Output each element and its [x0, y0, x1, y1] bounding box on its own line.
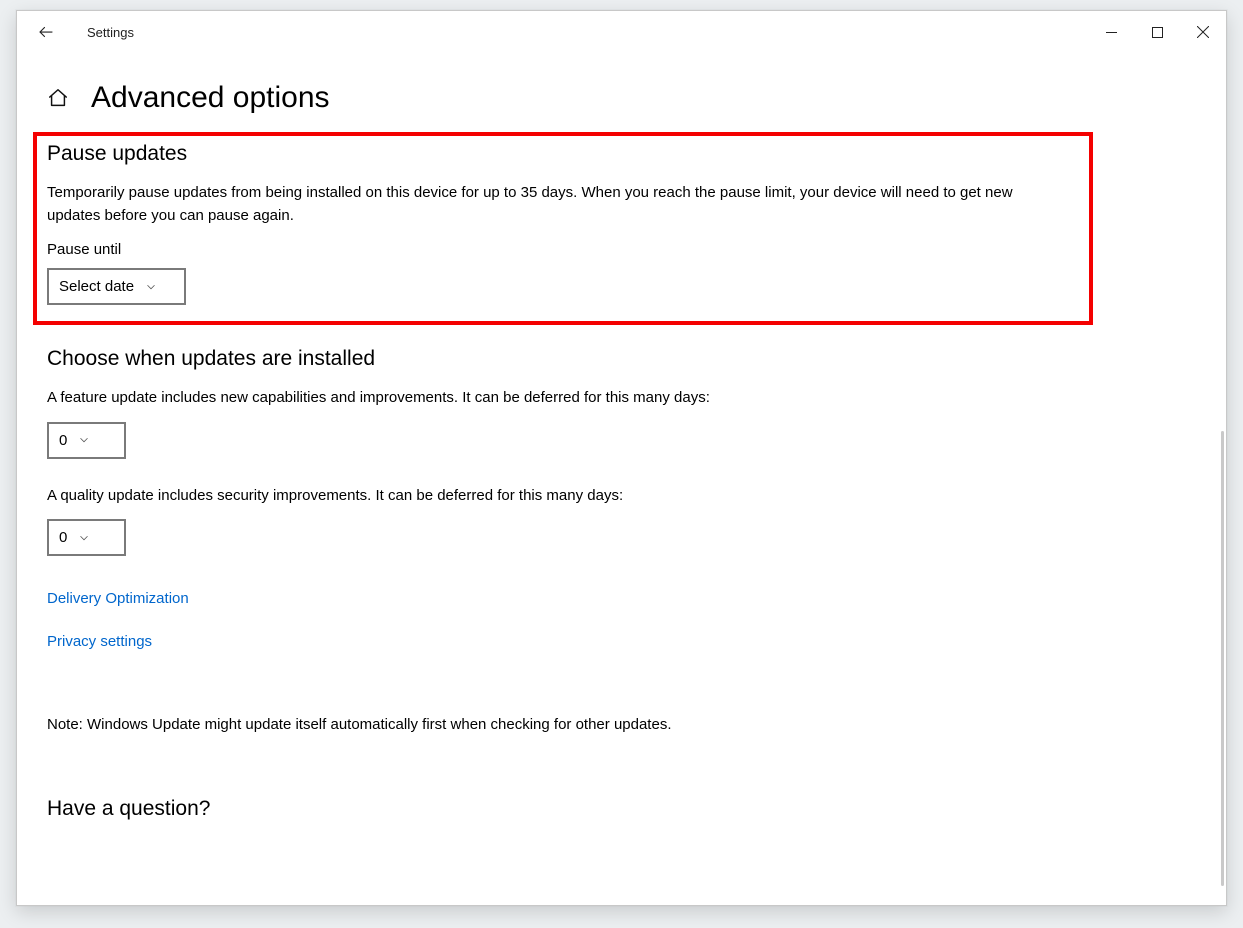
pause-updates-section: Pause updates Temporarily pause updates … — [33, 132, 1093, 325]
privacy-settings-link[interactable]: Privacy settings — [47, 633, 152, 650]
quality-defer-dropdown[interactable]: 0 — [47, 519, 126, 556]
feature-defer-value: 0 — [59, 432, 67, 449]
scrollbar[interactable] — [1221, 431, 1224, 886]
feature-update-description: A feature update includes new capabiliti… — [47, 387, 1052, 410]
links-block: Delivery Optimization Privacy settings — [47, 582, 1196, 668]
pause-updates-heading: Pause updates — [47, 142, 1077, 166]
chevron-down-icon — [77, 531, 91, 545]
pause-until-dropdown[interactable]: Select date — [47, 268, 186, 305]
minimize-icon — [1106, 27, 1117, 38]
close-icon — [1197, 26, 1209, 38]
quality-defer-value: 0 — [59, 529, 67, 546]
pause-updates-description: Temporarily pause updates from being ins… — [47, 182, 1052, 227]
update-note: Note: Windows Update might update itself… — [47, 714, 1052, 737]
maximize-icon — [1152, 27, 1163, 38]
minimize-button[interactable] — [1088, 11, 1134, 53]
delivery-optimization-link[interactable]: Delivery Optimization — [47, 590, 189, 607]
home-icon[interactable] — [47, 87, 69, 109]
have-a-question-heading: Have a question? — [47, 797, 1196, 821]
pause-until-label: Pause until — [47, 241, 1077, 258]
titlebar: Settings — [17, 11, 1226, 53]
back-button[interactable] — [35, 21, 57, 43]
content-area: Pause updates Temporarily pause updates … — [17, 132, 1226, 858]
chevron-down-icon — [77, 433, 91, 447]
feature-update-block: A feature update includes new capabiliti… — [47, 387, 1196, 459]
page-title: Advanced options — [91, 81, 330, 114]
settings-window: Settings Advanced options Pause u — [16, 10, 1227, 906]
close-button[interactable] — [1180, 11, 1226, 53]
arrow-left-icon — [37, 23, 55, 41]
chevron-down-icon — [144, 280, 158, 294]
titlebar-left: Settings — [35, 21, 134, 43]
app-title: Settings — [87, 25, 134, 40]
quality-update-description: A quality update includes security impro… — [47, 485, 1052, 508]
choose-when-heading: Choose when updates are installed — [47, 347, 1196, 371]
pause-until-value: Select date — [59, 278, 134, 295]
window-controls — [1088, 11, 1226, 53]
quality-update-block: A quality update includes security impro… — [47, 485, 1196, 557]
maximize-button[interactable] — [1134, 11, 1180, 53]
feature-defer-dropdown[interactable]: 0 — [47, 422, 126, 459]
page-header: Advanced options — [17, 53, 1226, 132]
